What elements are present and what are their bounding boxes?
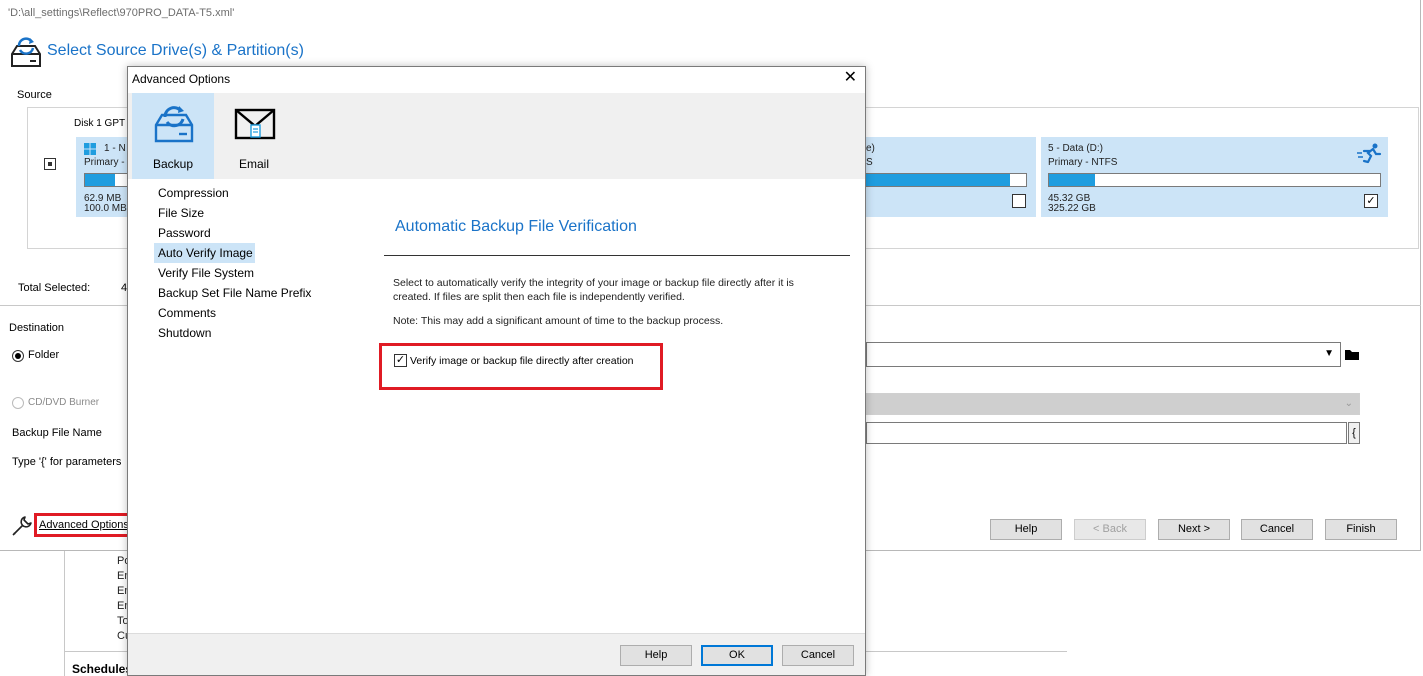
page-title: Select Source Drive(s) & Partition(s) [47,42,304,59]
partition-usage-bar [84,173,132,187]
back-button[interactable]: < Back [1074,519,1146,540]
verify-checkbox[interactable]: ✓ [394,354,407,367]
partition-name: e) [866,143,875,154]
background-divider [64,551,65,676]
nav-item-file-name-prefix[interactable]: Backup Set File Name Prefix [154,283,354,303]
dialog-cancel-button[interactable]: Cancel [782,645,854,666]
section-rule [384,255,850,256]
chevron-down-icon[interactable]: ▼ [1324,348,1334,359]
options-nav: Compression File Size Password Auto Veri… [154,183,354,343]
destination-folder-combo[interactable]: ▼ [866,342,1341,367]
window-path-title: 'D:\all_settings\Reflect\970PRO_DATA-T5.… [8,7,235,19]
section-title: Automatic Backup File Verification [395,218,637,235]
folder-radio-label[interactable]: Folder [28,349,59,361]
partition-checkbox[interactable] [1012,194,1026,208]
running-figure-icon [1357,143,1382,164]
total-selected-label: Total Selected: [18,282,91,294]
nav-item-auto-verify-image[interactable]: Auto Verify Image [154,243,255,263]
tab-email-label: Email [238,157,269,171]
cancel-button[interactable]: Cancel [1241,519,1313,540]
cd-burner-radio-label[interactable]: CD/DVD Burner [28,397,99,408]
next-button[interactable]: Next > [1158,519,1230,540]
drive-refresh-icon [11,37,41,67]
section-description: Select to automatically verify the integ… [393,277,794,303]
parameters-hint: Type '{' for parameters [12,456,122,468]
source-label: Source [17,89,52,101]
tab-email[interactable]: Email [218,93,290,179]
advanced-options-dialog: Advanced Options ✕ Backup Email Compress… [127,66,866,676]
dialog-title: Advanced Options [132,72,231,86]
advanced-options-highlight [34,513,130,537]
folder-icon[interactable] [1343,344,1361,364]
tab-backup-label: Backup [152,157,194,171]
partition-usage-bar [1048,173,1381,187]
nav-item-shutdown[interactable]: Shutdown [154,323,354,343]
nav-item-comments[interactable]: Comments [154,303,354,323]
partition-usage-fill [1049,174,1096,186]
backup-file-name-label: Backup File Name [12,427,102,439]
schedules-heading: Schedules [72,662,133,676]
finish-button[interactable]: Finish [1325,519,1397,540]
nav-item-compression[interactable]: Compression [154,183,354,203]
partition-name: 5 - Data (D:) [1048,143,1104,154]
section-note: Note: This may add a significant amount … [393,315,724,327]
partition-4[interactable]: e) S [865,137,1036,217]
nav-item-file-size[interactable]: File Size [154,203,354,223]
partition-type: S [866,157,873,168]
verify-checkbox-label[interactable]: Verify image or backup file directly aft… [410,355,634,367]
disk-select-checkbox[interactable] [44,158,56,170]
folder-radio[interactable] [12,350,24,362]
partition-5[interactable]: 5 - Data (D:) Primary - NTFS 45.32 GB 32… [1041,137,1388,217]
disk-label: Disk 1 GPT [ [74,118,131,129]
partition-usage-fill [865,174,1010,186]
chevron-down-icon: ⌄ [1344,398,1353,409]
parameter-brace-button[interactable]: { [1348,422,1360,444]
cd-burner-combo[interactable]: ⌄ [866,393,1360,415]
nav-item-password[interactable]: Password [154,223,354,243]
partition-checkbox[interactable]: ✓ [1364,194,1378,208]
windows-logo-icon [84,143,96,155]
backup-file-name-input[interactable] [866,422,1347,444]
tab-backup[interactable]: Backup [132,93,214,179]
partition-usage-bar [865,173,1027,187]
partition-1[interactable]: 1 - N Primary - 62.9 MB 100.0 MB [76,137,132,217]
close-icon[interactable]: ✕ [844,69,857,87]
wrench-icon [12,516,32,536]
partition-total: 325.22 GB [1048,203,1096,214]
partition-type: Primary - [84,157,125,168]
drive-refresh-icon [154,106,194,143]
partition-usage-fill [85,174,115,186]
dialog-help-button[interactable]: Help [620,645,692,666]
dialog-ok-button[interactable]: OK [701,645,773,666]
help-button[interactable]: Help [990,519,1062,540]
partition-name: 1 - N [104,143,126,154]
partition-total: 100.0 MB [84,203,127,214]
cd-burner-radio[interactable] [12,397,24,409]
partition-type: Primary - NTFS [1048,157,1118,168]
destination-label: Destination [9,322,65,334]
nav-item-verify-file-system[interactable]: Verify File System [154,263,354,283]
envelope-icon [234,108,276,140]
